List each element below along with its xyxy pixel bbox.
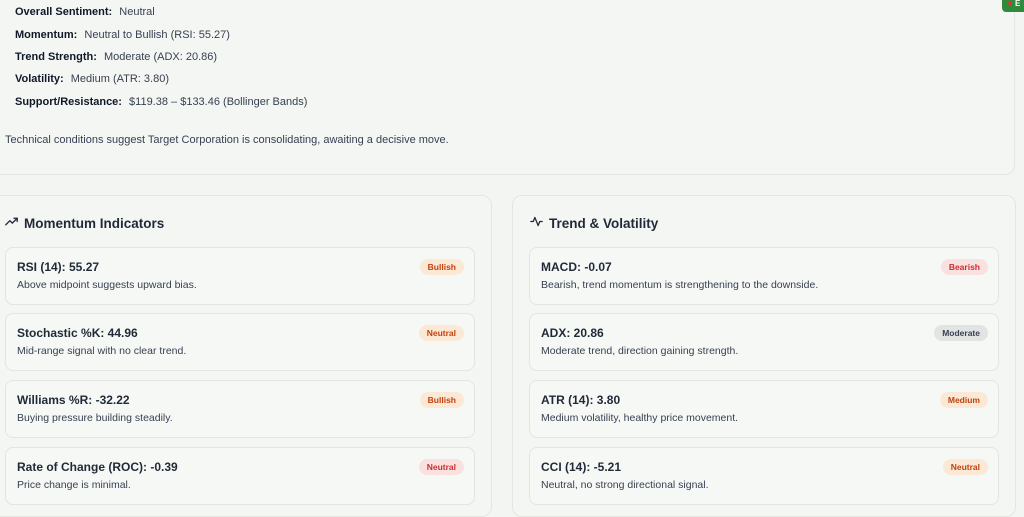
- momentum-value: Neutral to Bullish (RSI: 55.27): [84, 29, 230, 41]
- indicator-description: Above midpoint suggests upward bias.: [17, 279, 197, 291]
- signal-badge: Bearish: [940, 259, 988, 275]
- momentum-panel-header: Momentum Indicators: [5, 215, 164, 231]
- indicator-description: Medium volatility, healthy price movemen…: [541, 412, 739, 424]
- summary-note: Technical conditions suggest Target Corp…: [5, 134, 449, 146]
- volatility-label: Volatility:: [15, 73, 64, 85]
- indicator-description: Mid-range signal with no clear trend.: [17, 345, 187, 357]
- indicator-card-atr: ATR (14): 3.80 Medium volatility, health…: [529, 380, 999, 438]
- volatility-value: Medium (ATR: 3.80): [70, 73, 169, 85]
- indicator-description: Buying pressure building steadily.: [17, 412, 173, 424]
- support-resistance-label: Support/Resistance:: [15, 96, 122, 108]
- support-resistance-value: $119.38 – $133.46 (Bollinger Bands): [129, 96, 308, 108]
- indicator-card-williams: Williams %R: -32.22 Buying pressure buil…: [5, 380, 475, 438]
- overall-sentiment-label: Overall Sentiment:: [15, 6, 113, 18]
- trend-strength-line: Trend Strength: Moderate (ADX: 20.86): [15, 51, 217, 63]
- signal-badge: Neutral: [418, 325, 464, 341]
- trend-strength-label: Trend Strength:: [15, 51, 97, 63]
- indicator-card-adx: ADX: 20.86 Moderate trend, direction gai…: [529, 313, 999, 371]
- indicator-card-rsi: RSI (14): 55.27 Above midpoint suggests …: [5, 247, 475, 305]
- indicator-title: ATR (14): 3.80: [541, 393, 621, 407]
- signal-badge: Neutral: [418, 459, 464, 475]
- indicator-card-cci: CCI (14): -5.21 Neutral, no strong direc…: [529, 447, 999, 505]
- indicator-title: Rate of Change (ROC): -0.39: [17, 460, 178, 474]
- corner-badge[interactable]: E: [1002, 0, 1024, 12]
- status-dot-icon: [1008, 1, 1012, 5]
- momentum-panel-title: Momentum Indicators: [24, 215, 165, 231]
- indicator-title: ADX: 20.86: [541, 326, 604, 340]
- signal-badge: Bullish: [419, 392, 464, 408]
- indicator-description: Moderate trend, direction gaining streng…: [541, 345, 739, 357]
- signal-badge: Bullish: [419, 259, 464, 275]
- trend-panel-title: Trend & Volatility: [549, 215, 659, 231]
- indicator-card-macd: MACD: -0.07 Bearish, trend momentum is s…: [529, 247, 999, 305]
- support-resistance-line: Support/Resistance: $119.38 – $133.46 (B…: [15, 96, 307, 108]
- indicator-description: Price change is minimal.: [17, 479, 131, 491]
- trend-strength-value: Moderate (ADX: 20.86): [103, 51, 218, 63]
- indicator-title: Stochastic %K: 44.96: [17, 326, 138, 340]
- signal-badge: Medium: [939, 392, 988, 408]
- indicator-card-stochastic: Stochastic %K: 44.96 Mid-range signal wi…: [5, 313, 475, 371]
- trending-up-icon: [5, 215, 18, 231]
- indicator-title: RSI (14): 55.27: [17, 260, 100, 274]
- indicator-title: Williams %R: -32.22: [17, 393, 130, 407]
- momentum-indicators-panel: Momentum Indicators RSI (14): 55.27 Abov…: [0, 195, 492, 517]
- indicator-card-roc: Rate of Change (ROC): -0.39 Price change…: [5, 447, 475, 505]
- indicator-title: CCI (14): -5.21: [541, 460, 622, 474]
- overall-sentiment-line: Overall Sentiment: Neutral: [15, 6, 155, 18]
- signal-badge: Neutral: [942, 459, 988, 475]
- indicator-description: Bearish, trend momentum is strengthening…: [541, 279, 819, 291]
- indicator-description: Neutral, no strong directional signal.: [541, 479, 709, 491]
- activity-icon: [530, 215, 543, 231]
- volatility-line: Volatility: Medium (ATR: 3.80): [15, 73, 169, 85]
- trend-volatility-panel: Trend & Volatility MACD: -0.07 Bearish, …: [512, 195, 1016, 517]
- momentum-line: Momentum: Neutral to Bullish (RSI: 55.27…: [15, 29, 230, 41]
- trend-panel-header: Trend & Volatility: [530, 215, 658, 231]
- summary-section: Overall Sentiment: Neutral Momentum: Neu…: [0, 0, 1015, 175]
- indicator-title: MACD: -0.07: [541, 260, 612, 274]
- signal-badge: Moderate: [934, 325, 988, 341]
- corner-badge-letter: E: [1015, 0, 1021, 8]
- momentum-label: Momentum:: [15, 29, 78, 41]
- overall-sentiment-value: Neutral: [119, 6, 155, 18]
